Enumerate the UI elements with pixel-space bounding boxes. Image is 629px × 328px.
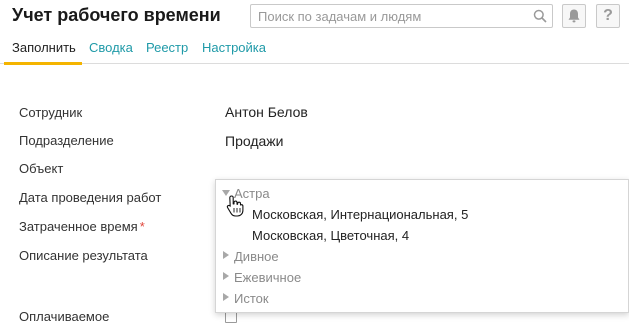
work-date-label: Дата проведения работ: [19, 190, 162, 205]
chevron-right-icon[interactable]: [223, 251, 229, 259]
tree-item-label: Астра: [234, 186, 270, 201]
required-mark: *: [139, 219, 145, 234]
employee-value[interactable]: Антон Белов: [225, 104, 308, 120]
tab-settings[interactable]: Настройка: [202, 40, 266, 55]
notifications-button[interactable]: [562, 4, 586, 28]
chevron-right-icon[interactable]: [223, 272, 229, 280]
tree-item-address[interactable]: Московская, Интернациональная, 5: [216, 205, 628, 226]
tree-group-istok[interactable]: Исток: [216, 289, 628, 310]
employee-label: Сотрудник: [19, 105, 83, 120]
object-dropdown: Астра Московская, Интернациональная, 5 М…: [215, 179, 629, 313]
tree-item-label: Московская, Интернациональная, 5: [252, 207, 469, 222]
tree-item-label: Московская, Цветочная, 4: [252, 228, 410, 243]
page-title: Учет рабочего времени: [12, 5, 221, 25]
object-label: Объект: [19, 161, 64, 176]
tree-group-divnoe[interactable]: Дивное: [216, 247, 628, 268]
tree-group-ezhevichnoe[interactable]: Ежевичное: [216, 268, 628, 289]
help-icon: ?: [603, 7, 613, 24]
tree-item-label: Исток: [234, 291, 269, 306]
tree-item-label: Дивное: [234, 249, 279, 264]
tree-item-label: Ежевичное: [234, 270, 302, 285]
result-description-label: Описание результата: [19, 248, 148, 263]
search-box[interactable]: [250, 4, 553, 28]
tab-bar: Заполнить Сводка Реестр Настройка: [0, 36, 629, 65]
tab-summary[interactable]: Сводка: [89, 40, 133, 55]
help-button[interactable]: ?: [596, 4, 620, 28]
search-icon[interactable]: [533, 9, 547, 23]
search-input[interactable]: [251, 5, 531, 27]
active-tab-indicator: [4, 62, 82, 65]
department-label: Подразделение: [19, 133, 114, 148]
tree-item-address[interactable]: Московская, Цветочная, 4: [216, 226, 628, 247]
chevron-right-icon[interactable]: [223, 293, 229, 301]
chevron-down-icon[interactable]: [222, 190, 230, 196]
time-spent-label-text: Затраченное время: [19, 219, 138, 234]
bell-icon: [568, 9, 580, 23]
tree-group-astra[interactable]: Астра: [216, 184, 628, 205]
department-value[interactable]: Продажи: [225, 133, 283, 149]
app-header: Учет рабочего времени ?: [0, 0, 629, 34]
time-spent-label: Затраченное время *: [19, 219, 145, 234]
tab-fill[interactable]: Заполнить: [12, 40, 76, 55]
billable-label: Оплачиваемое: [19, 309, 110, 324]
tab-registry[interactable]: Реестр: [146, 40, 188, 55]
